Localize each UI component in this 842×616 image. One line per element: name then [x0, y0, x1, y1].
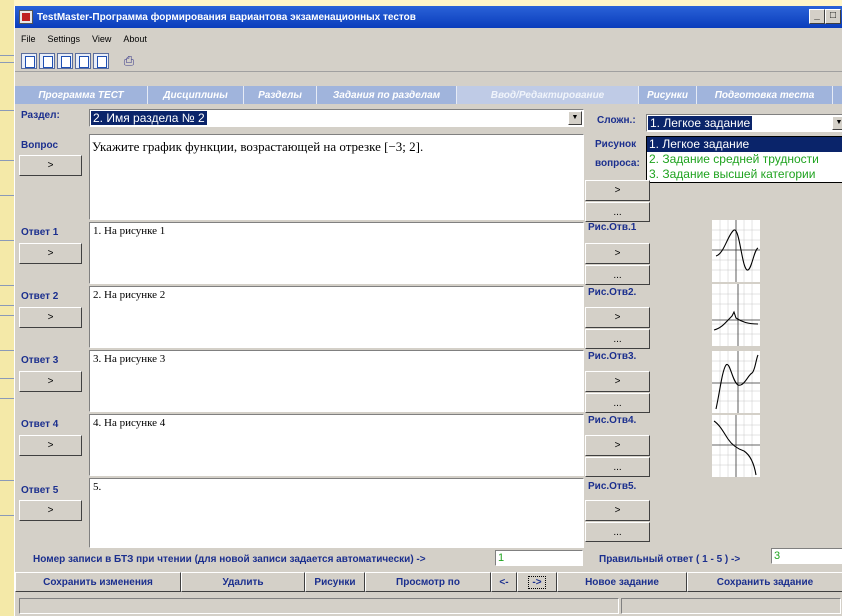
menu-view[interactable]: View	[92, 34, 111, 44]
answer-4-picture-label: Рис.Отв4.	[588, 415, 637, 426]
tab-input-edit[interactable]: Ввод/Редактирование	[457, 86, 639, 104]
answer-4-picture-more-button[interactable]: ...	[585, 457, 650, 477]
answer-2-button[interactable]: >	[19, 307, 82, 328]
answer-4-picture-button[interactable]: >	[585, 435, 650, 456]
answer-2-picture-more-button[interactable]: ...	[585, 329, 650, 349]
toolbar-document-icon-2[interactable]	[39, 52, 55, 69]
answer-1-picture-more-button[interactable]: ...	[585, 265, 650, 285]
answer-4-picture	[712, 415, 760, 477]
toolbar-document-icon-4[interactable]	[75, 52, 91, 69]
menu-settings[interactable]: Settings	[48, 34, 81, 44]
status-panel-secondary	[621, 598, 841, 614]
menu-about[interactable]: About	[123, 34, 147, 44]
answer-3-picture	[712, 351, 760, 413]
tab-prepare-test[interactable]: Подготовка теста	[697, 86, 833, 104]
question-text[interactable]: Укажите график функции, возрастающей на …	[89, 134, 584, 220]
answer-5-label: Ответ 5	[21, 485, 59, 496]
section-label: Раздел:	[21, 110, 60, 121]
toolbar-document-icon-3[interactable]	[57, 52, 73, 69]
section-select[interactable]: 2. Имя раздела № 2 ▼	[89, 109, 584, 127]
answer-1-picture-button[interactable]: >	[585, 243, 650, 264]
tab-program-test[interactable]: Программа ТЕСТ	[15, 86, 148, 104]
section-value: 2. Имя раздела № 2	[91, 111, 207, 125]
tab-sections[interactable]: Разделы	[244, 86, 317, 104]
question-picture-button[interactable]: >	[585, 180, 650, 201]
answer-2-picture-label: Рис.Отв2.	[588, 287, 637, 298]
minimize-button[interactable]: _	[809, 9, 825, 24]
bottom-button-bar: Сохранить изменения Удалить Рисунки Прос…	[15, 572, 842, 592]
tab-pictures[interactable]: Рисунки	[639, 86, 697, 104]
main-window: TestMaster-Программа формирования вариан…	[14, 6, 842, 616]
answer-2-picture	[712, 284, 760, 346]
print-icon[interactable]: ⎙	[121, 53, 137, 69]
answer-2-picture-button[interactable]: >	[585, 307, 650, 328]
answer-2-label: Ответ 2	[21, 291, 59, 302]
answer-3-button[interactable]: >	[19, 371, 82, 392]
new-task-button[interactable]: Новое задание	[557, 572, 687, 592]
question-button[interactable]: >	[19, 155, 82, 176]
answer-3-label: Ответ 3	[21, 355, 59, 366]
view-by-button[interactable]: Просмотр по	[365, 572, 491, 592]
answer-1-picture	[712, 220, 760, 282]
tab-disciplines[interactable]: Дисциплины	[148, 86, 244, 104]
status-bar	[15, 596, 842, 616]
difficulty-label: Сложн.:	[597, 115, 636, 126]
difficulty-value: 1. Легкое задание	[648, 116, 753, 130]
question-picture-more-button[interactable]: ...	[585, 202, 650, 222]
answer-5-picture-more-button[interactable]: ...	[585, 522, 650, 542]
answer-2-text[interactable]: 2. На рисунке 2	[89, 286, 584, 348]
answer-5-picture-button[interactable]: >	[585, 500, 650, 521]
difficulty-option-medium[interactable]: 2. Задание средней трудности	[647, 152, 842, 167]
tab-bar: Программа ТЕСТ Дисциплины Разделы Задани…	[15, 86, 842, 104]
pictures-button[interactable]: Рисунки	[305, 572, 365, 592]
record-number-field[interactable]: 1	[495, 550, 583, 566]
answer-4-label: Ответ 4	[21, 419, 59, 430]
tab-tasks-by-section[interactable]: Задания по разделам	[317, 86, 457, 104]
window-title: TestMaster-Программа формирования вариан…	[37, 11, 416, 23]
answer-1-label: Ответ 1	[21, 227, 59, 238]
toolbar-document-icon-1[interactable]	[21, 52, 37, 69]
title-bar: TestMaster-Программа формирования вариан…	[15, 6, 842, 28]
maximize-button[interactable]: □	[825, 9, 841, 24]
answer-3-picture-button[interactable]: >	[585, 371, 650, 392]
next-record-button[interactable]: ->	[517, 572, 557, 592]
answer-1-picture-label: Рис.Отв.1	[588, 222, 637, 233]
question-label: Вопрос	[21, 140, 59, 151]
difficulty-option-high[interactable]: 3. Задание высшей категории	[647, 167, 842, 182]
answer-4-text[interactable]: 4. На рисунке 4	[89, 414, 584, 476]
question-picture-label-2: вопроса:	[595, 158, 640, 169]
answer-1-text[interactable]: 1. На рисунке 1	[89, 222, 584, 284]
record-label: Номер записи в БТЗ при чтении (для новой…	[33, 554, 426, 565]
next-record-label: ->	[528, 575, 546, 589]
chevron-down-icon[interactable]: ▼	[832, 116, 842, 130]
menu-file[interactable]: File	[21, 34, 36, 44]
answer-4-button[interactable]: >	[19, 435, 82, 456]
save-task-button[interactable]: Сохранить задание	[687, 572, 842, 592]
toolbar-document-icon-5[interactable]	[93, 52, 109, 69]
answer-5-button[interactable]: >	[19, 500, 82, 521]
answer-3-text[interactable]: 3. На рисунке 3	[89, 350, 584, 412]
delete-button[interactable]: Удалить	[181, 572, 305, 592]
desktop-edge	[0, 0, 14, 616]
prev-record-button[interactable]: <-	[491, 572, 517, 592]
difficulty-option-easy[interactable]: 1. Легкое задание	[647, 137, 842, 152]
save-changes-button[interactable]: Сохранить изменения	[15, 572, 181, 592]
answer-5-text[interactable]: 5.	[89, 478, 584, 548]
question-picture-label: Рисунок	[595, 139, 637, 150]
answer-1-button[interactable]: >	[19, 243, 82, 264]
status-panel-main	[19, 598, 619, 614]
correct-answer-field[interactable]: 3	[771, 548, 842, 564]
app-icon	[19, 10, 33, 24]
difficulty-select[interactable]: 1. Легкое задание ▼	[646, 114, 842, 132]
answer-3-picture-more-button[interactable]: ...	[585, 393, 650, 413]
toolbar: ⎙	[15, 50, 842, 72]
correct-answer-label: Правильный ответ ( 1 - 5 ) ->	[599, 554, 741, 565]
menu-bar: File Settings View About	[15, 30, 842, 48]
difficulty-dropdown: 1. Легкое задание 2. Задание средней тру…	[646, 136, 842, 183]
answer-5-picture-label: Рис.Отв5.	[588, 481, 637, 492]
chevron-down-icon[interactable]: ▼	[568, 111, 582, 125]
answer-3-picture-label: Рис.Отв3.	[588, 351, 637, 362]
